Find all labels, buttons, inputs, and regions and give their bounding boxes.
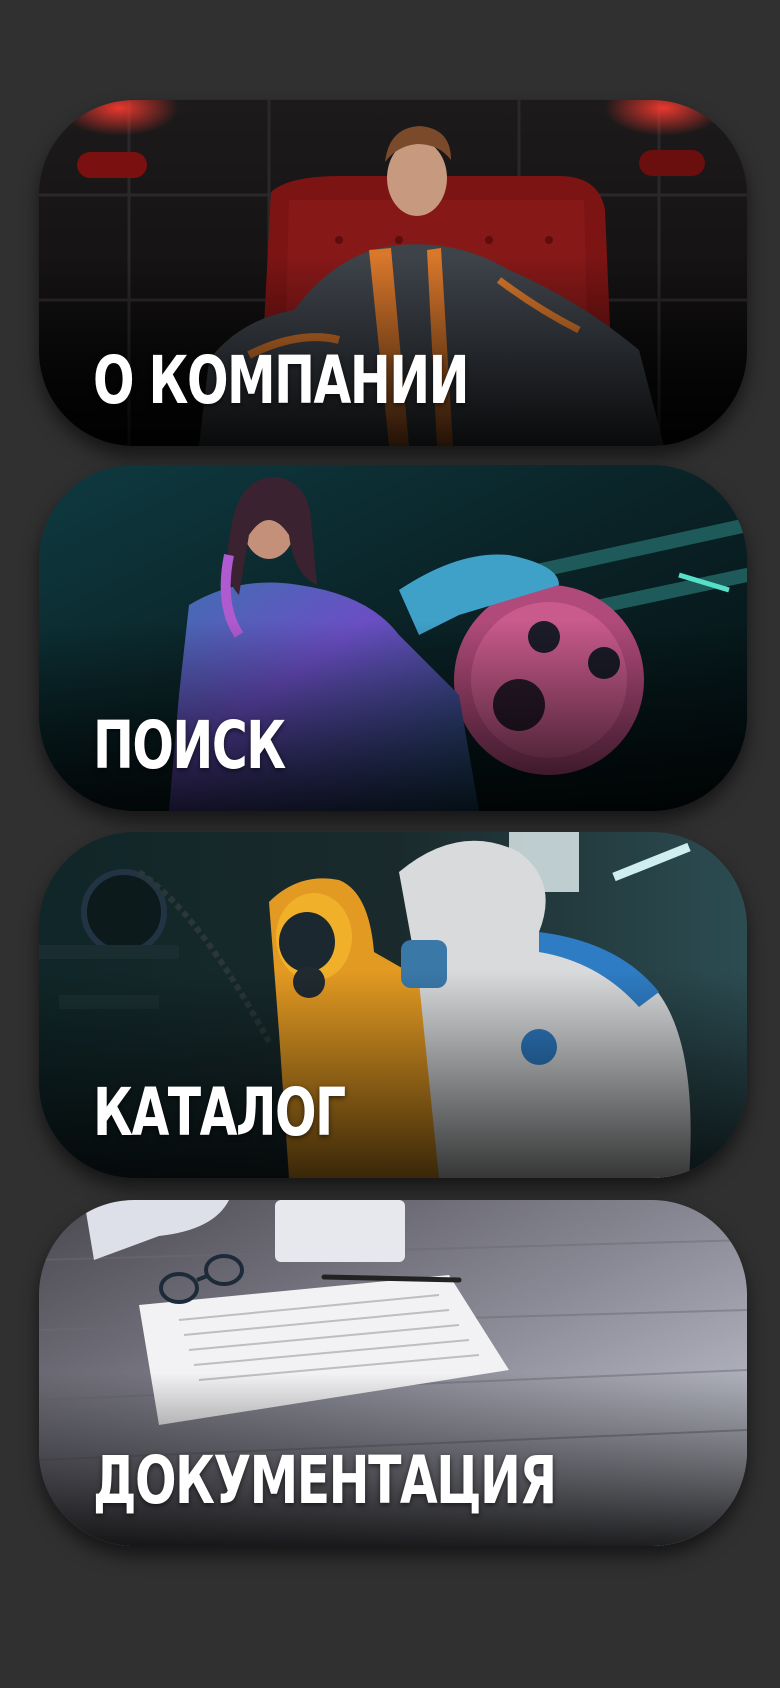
- menu-card-documentation[interactable]: ДОКУМЕНТАЦИЯ: [39, 1200, 747, 1546]
- menu-card-about[interactable]: О КОМПАНИИ: [39, 100, 747, 446]
- main-menu: О КОМПАНИИ ПОИСК КАТАЛОГ ДОКУМЕНТАЦИЯ: [0, 0, 780, 1688]
- menu-card-search[interactable]: ПОИСК: [39, 465, 747, 811]
- menu-label-search: ПОИСК: [93, 707, 286, 784]
- menu-card-catalog[interactable]: КАТАЛОГ: [39, 832, 747, 1178]
- menu-label-documentation: ДОКУМЕНТАЦИЯ: [93, 1442, 557, 1519]
- menu-label-catalog: КАТАЛОГ: [93, 1074, 346, 1151]
- menu-label-about: О КОМПАНИИ: [93, 342, 470, 419]
